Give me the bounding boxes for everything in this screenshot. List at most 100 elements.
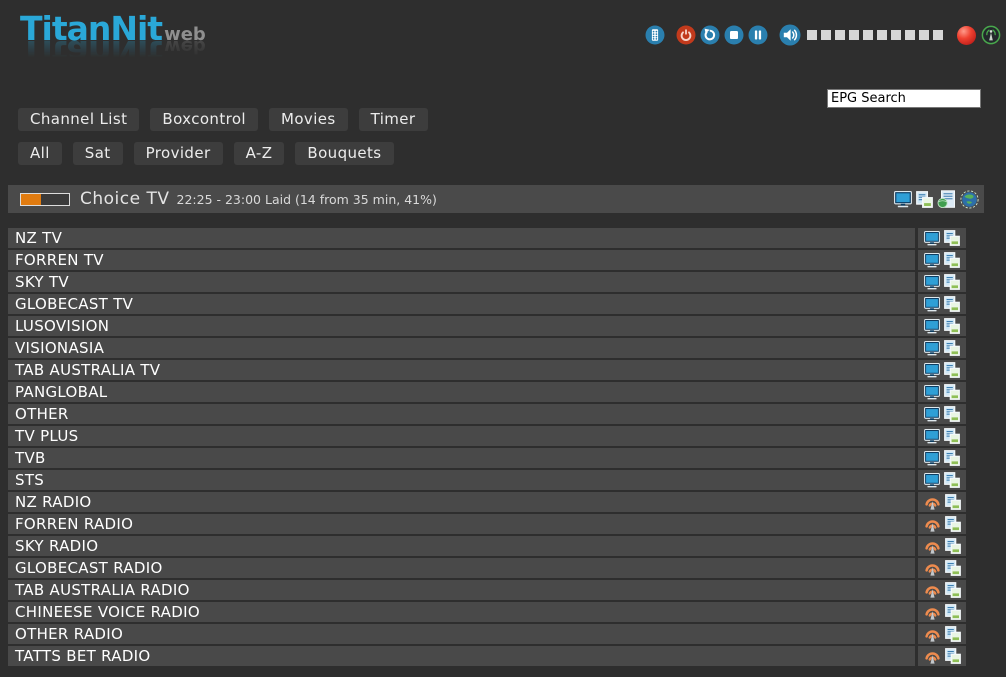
- epg-pages-icon[interactable]: [945, 626, 961, 642]
- radio-icon[interactable]: [924, 649, 941, 664]
- remote-icon[interactable]: [645, 25, 665, 45]
- tv-icon[interactable]: [924, 253, 940, 268]
- tv-icon[interactable]: [924, 275, 940, 290]
- channel-name[interactable]: FORREN RADIO: [8, 514, 915, 534]
- channel-name[interactable]: NZ RADIO: [8, 492, 915, 512]
- channel-name[interactable]: STS: [8, 470, 915, 490]
- channel-name[interactable]: GLOBECAST RADIO: [8, 558, 915, 578]
- epg-pages-icon[interactable]: [945, 582, 961, 598]
- volume-segment[interactable]: [863, 30, 873, 40]
- tv-icon[interactable]: [924, 363, 940, 378]
- radio-icon[interactable]: [924, 539, 941, 554]
- volume-segment[interactable]: [877, 30, 887, 40]
- epg-pages-icon[interactable]: [945, 604, 961, 620]
- channel-name[interactable]: OTHER: [8, 404, 915, 424]
- channel-name[interactable]: LUSOVISION: [8, 316, 915, 336]
- tv-icon[interactable]: [924, 319, 940, 334]
- tv-icon[interactable]: [924, 297, 940, 312]
- tv-icon[interactable]: [924, 341, 940, 356]
- signal-icon[interactable]: [981, 25, 1001, 45]
- stop-icon[interactable]: [724, 25, 744, 45]
- tv-icon[interactable]: [924, 407, 940, 422]
- nav-channel-list[interactable]: Channel List: [18, 108, 139, 131]
- channel-name[interactable]: OTHER RADIO: [8, 624, 915, 644]
- channel-name[interactable]: TVB: [8, 448, 915, 468]
- channel-name[interactable]: VISIONASIA: [8, 338, 915, 358]
- channel-name[interactable]: CHINEESE VOICE RADIO: [8, 602, 915, 622]
- epg-pages-icon[interactable]: [945, 516, 961, 532]
- epg-search-input[interactable]: [827, 89, 981, 108]
- filter-provider[interactable]: Provider: [134, 142, 223, 165]
- radio-icon[interactable]: [924, 627, 941, 642]
- filter-sat[interactable]: Sat: [73, 142, 123, 165]
- epg-pages-icon[interactable]: [944, 384, 960, 400]
- epg-pages-icon[interactable]: [944, 340, 960, 356]
- epg-pages-icon[interactable]: [945, 648, 961, 664]
- radio-icon[interactable]: [924, 495, 941, 510]
- radio-icon[interactable]: [924, 605, 941, 620]
- epg-pages-icon[interactable]: [944, 472, 960, 488]
- epg-pages-icon[interactable]: [944, 450, 960, 466]
- radio-icon[interactable]: [924, 583, 941, 598]
- volume-segment[interactable]: [849, 30, 859, 40]
- power-icon[interactable]: [676, 25, 696, 45]
- epg-pages-icon[interactable]: [945, 538, 961, 554]
- nav-boxcontrol[interactable]: Boxcontrol: [150, 108, 258, 131]
- volume-segment[interactable]: [933, 30, 943, 40]
- nav-timer[interactable]: Timer: [359, 108, 428, 131]
- volume-segment[interactable]: [891, 30, 901, 40]
- filter-all[interactable]: All: [18, 142, 62, 165]
- channel-row: GLOBECAST RADIO: [8, 558, 998, 578]
- epg-pages-icon[interactable]: [944, 318, 960, 334]
- tv-icon[interactable]: [924, 385, 940, 400]
- tv-icon[interactable]: [924, 473, 940, 488]
- radio-icon[interactable]: [924, 561, 941, 576]
- channel-name[interactable]: GLOBECAST TV: [8, 294, 915, 314]
- channel-name[interactable]: FORREN TV: [8, 250, 915, 270]
- channel-row-actions: [918, 624, 966, 644]
- channel-name[interactable]: NZ TV: [8, 228, 915, 248]
- channel-name[interactable]: TATTS BET RADIO: [8, 646, 915, 666]
- epg-pages-icon[interactable]: [944, 296, 960, 312]
- channel-row: TVB: [8, 448, 998, 468]
- volume-icon[interactable]: [779, 24, 801, 46]
- epg-pages-icon[interactable]: [944, 230, 960, 246]
- epg-pages-icon[interactable]: [945, 560, 961, 576]
- channel-row-actions: [918, 536, 966, 556]
- pause-icon[interactable]: [748, 25, 768, 45]
- filter-bouquets[interactable]: Bouquets: [295, 142, 393, 165]
- epg-pages-icon[interactable]: [944, 274, 960, 290]
- epg-document-icon[interactable]: [937, 190, 956, 209]
- epg-pages-icon[interactable]: [945, 494, 961, 510]
- filter-nav: All Sat Provider A-Z Bouquets: [18, 142, 394, 165]
- web-globe-icon[interactable]: [960, 190, 979, 209]
- volume-segment[interactable]: [905, 30, 915, 40]
- epg-pages-icon[interactable]: [944, 406, 960, 422]
- nav-movies[interactable]: Movies: [269, 108, 348, 131]
- radio-icon[interactable]: [924, 517, 941, 532]
- tv-icon[interactable]: [924, 429, 940, 444]
- channel-name[interactable]: PANGLOBAL: [8, 382, 915, 402]
- volume-segment[interactable]: [835, 30, 845, 40]
- volume-segment[interactable]: [821, 30, 831, 40]
- channel-row: STS: [8, 470, 998, 490]
- epg-pages-icon[interactable]: [944, 428, 960, 444]
- channel-name[interactable]: TAB AUSTRALIA TV: [8, 360, 915, 380]
- filter-az[interactable]: A-Z: [234, 142, 285, 165]
- volume-segment[interactable]: [919, 30, 929, 40]
- epg-pages-icon[interactable]: [944, 252, 960, 268]
- channel-name[interactable]: TAB AUSTRALIA RADIO: [8, 580, 915, 600]
- channel-name[interactable]: TV PLUS: [8, 426, 915, 446]
- volume-segment[interactable]: [807, 30, 817, 40]
- channel-name[interactable]: SKY RADIO: [8, 536, 915, 556]
- tv-icon[interactable]: [924, 451, 940, 466]
- tv-icon[interactable]: [924, 231, 940, 246]
- epg-pages-icon[interactable]: [916, 191, 933, 208]
- epg-pages-icon[interactable]: [944, 362, 960, 378]
- reload-icon[interactable]: [700, 25, 720, 45]
- logo-reflection: TitanNitweb: [20, 36, 206, 69]
- volume-level[interactable]: [807, 30, 943, 40]
- channel-name[interactable]: SKY TV: [8, 272, 915, 292]
- channel-row-actions: [918, 404, 966, 424]
- monitor-icon[interactable]: [894, 191, 912, 208]
